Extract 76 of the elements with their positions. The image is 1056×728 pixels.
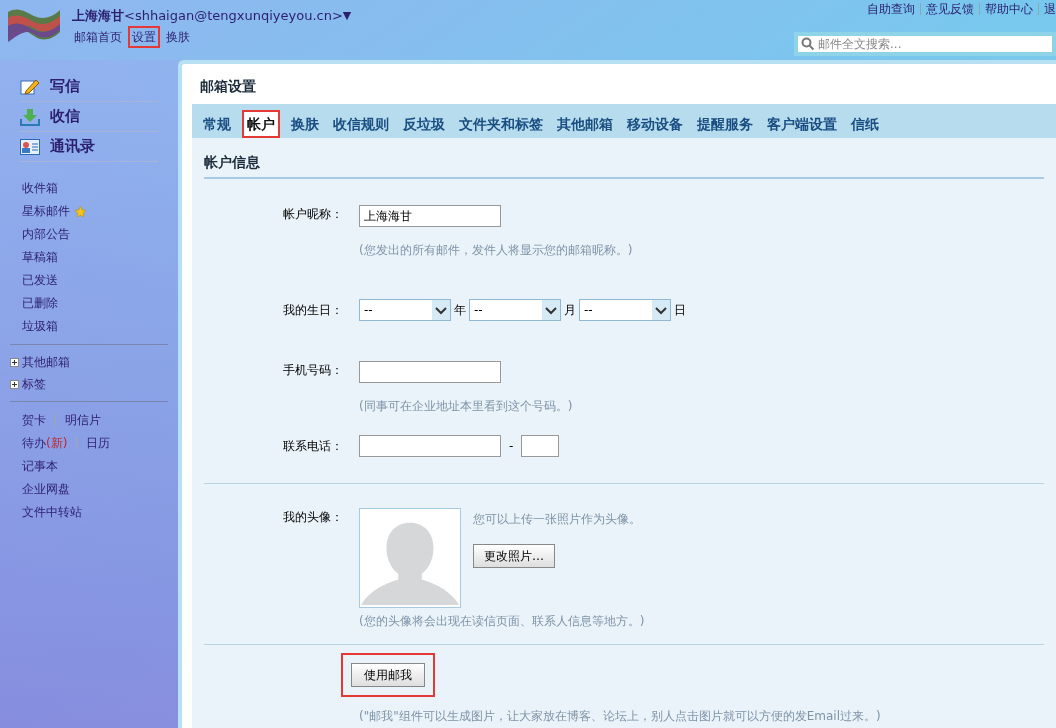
- settings-tab[interactable]: 反垃圾: [400, 110, 448, 138]
- dropdown[interactable]: --: [469, 299, 561, 321]
- separator-text: -: [509, 438, 514, 455]
- field-label: 我的头像：: [282, 509, 344, 526]
- logo-icon: [6, 6, 62, 44]
- field-label: 我的生日：: [282, 302, 344, 319]
- folder-group[interactable]: 标签: [10, 375, 168, 393]
- tool-link[interactable]: 文件中转站: [22, 502, 82, 521]
- folder-item[interactable]: 草稿箱: [22, 247, 156, 267]
- settings-tab[interactable]: 信纸: [848, 110, 882, 138]
- extension-field[interactable]: [521, 435, 560, 457]
- search-bar[interactable]: 邮件全文搜索...: [794, 32, 1056, 56]
- unit-label: 年: [454, 302, 466, 319]
- text-field[interactable]: [359, 361, 501, 383]
- chevron-down-icon: [652, 300, 670, 320]
- hint-text: (您的头像将会出现在读信页面、联系人信息等地方。): [359, 613, 645, 630]
- top-link[interactable]: 意见反馈: [926, 0, 974, 18]
- tool-link[interactable]: 贺卡: [22, 410, 46, 429]
- unit-label: 月: [564, 302, 576, 319]
- field-label: 帐户昵称：: [282, 206, 344, 223]
- dropdown[interactable]: --: [359, 299, 451, 321]
- unit-label: 日: [674, 302, 686, 319]
- sidebar-action[interactable]: 通讯录: [20, 132, 158, 162]
- chevron-down-icon: [432, 300, 450, 320]
- tool-link[interactable]: 企业网盘: [22, 479, 70, 498]
- top-link[interactable]: 帮助中心: [985, 0, 1033, 18]
- hint-text: (同事可在企业地址本里看到这个号码。): [359, 398, 573, 415]
- folder-item[interactable]: 垃圾箱: [22, 316, 156, 336]
- hint-text: (您发出的所有邮件，发件人将显示您的邮箱昵称。): [359, 242, 633, 259]
- settings-tab[interactable]: 换肤: [288, 110, 322, 138]
- folder-group[interactable]: 其他邮箱: [10, 353, 168, 371]
- pencil-icon: [20, 77, 40, 96]
- folder-item[interactable]: 收件箱: [22, 178, 156, 198]
- top-link[interactable]: 自助查询: [867, 0, 915, 18]
- chevron-down-icon: [542, 300, 560, 320]
- tool-link[interactable]: 明信片: [65, 410, 101, 429]
- new-label: (新): [46, 434, 68, 452]
- change-photo-button[interactable]: 更改照片…: [473, 544, 555, 568]
- hint-text: ("邮我"组件可以生成图片，让大家放在博客、论坛上，别人点击图片就可以方便的发Email过来。): [359, 708, 882, 725]
- settings-tab[interactable]: 提醒服务: [694, 110, 756, 138]
- search-field[interactable]: 邮件全文搜索...: [818, 35, 1049, 53]
- sidebar-action[interactable]: 收信: [20, 102, 158, 132]
- sidebar-action[interactable]: 写信: [20, 72, 158, 102]
- download-tray-icon: [20, 107, 40, 126]
- dropdown[interactable]: --: [579, 299, 671, 321]
- user-email: <shhaigan@tengxunqiyeyou.cn>: [124, 7, 343, 25]
- folder-item[interactable]: 星标邮件: [22, 201, 156, 221]
- panel-title: 邮箱设置: [199, 77, 257, 96]
- top-link[interactable]: 退: [1044, 0, 1056, 18]
- use-mailme-button[interactable]: 使用邮我: [351, 663, 425, 687]
- account-menu-caret[interactable]: ▼: [342, 7, 352, 24]
- folder-item[interactable]: 已发送: [22, 270, 156, 290]
- tool-link[interactable]: 记事本: [22, 456, 58, 475]
- header-link[interactable]: 邮箱首页: [72, 27, 124, 46]
- user-name: 上海海甘: [72, 7, 124, 25]
- settings-tab[interactable]: 帐户: [242, 110, 280, 138]
- field-label: 联系电话：: [282, 438, 344, 455]
- header-link[interactable]: 换肤: [164, 27, 192, 46]
- search-icon: [801, 37, 815, 51]
- settings-tab[interactable]: 其他邮箱: [554, 110, 616, 138]
- folder-item[interactable]: 内部公告: [22, 224, 156, 244]
- settings-tab[interactable]: 收信规则: [330, 110, 392, 138]
- settings-tab[interactable]: 移动设备: [624, 110, 686, 138]
- settings-tab[interactable]: 文件夹和标签: [456, 110, 546, 138]
- settings-tab[interactable]: 常规: [200, 110, 234, 138]
- section-title: 帐户信息: [204, 152, 1044, 179]
- phone-field[interactable]: [359, 435, 501, 457]
- contact-card-icon: [20, 138, 40, 155]
- text-field[interactable]: 上海海甘: [359, 205, 501, 227]
- tool-link[interactable]: 待办: [22, 433, 46, 452]
- folder-item[interactable]: 已删除: [22, 293, 156, 313]
- settings-tab[interactable]: 客户端设置: [764, 110, 840, 138]
- tool-link[interactable]: 日历: [86, 433, 111, 452]
- field-label: 手机号码：: [282, 362, 344, 379]
- header-link[interactable]: 设置: [130, 27, 158, 46]
- avatar-note: 您可以上传一张照片作为头像。: [473, 511, 641, 528]
